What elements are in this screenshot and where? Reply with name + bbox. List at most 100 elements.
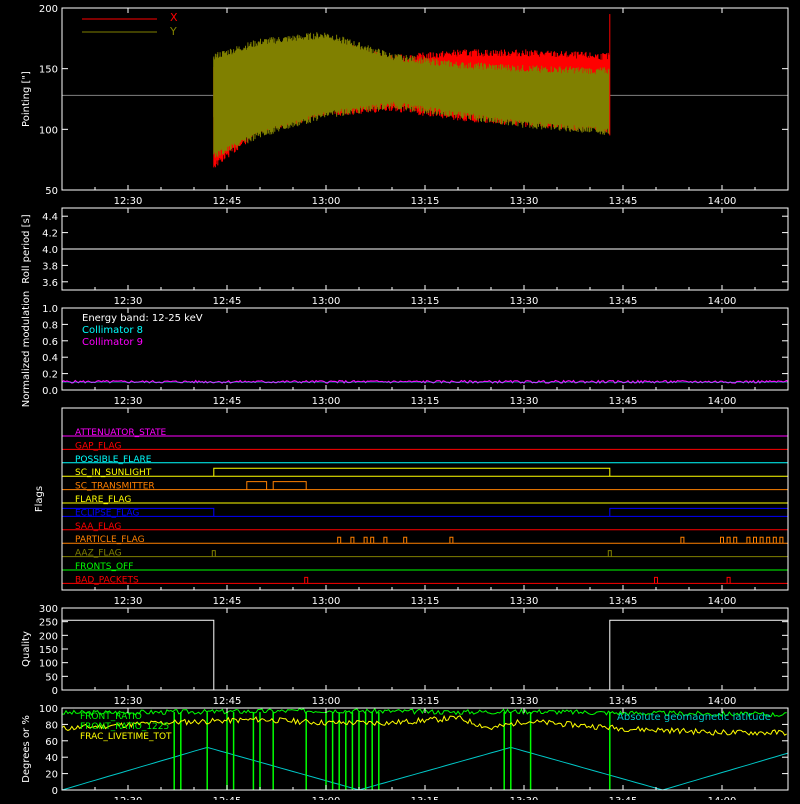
y-tick-label: 200 (39, 4, 58, 15)
legend-label-y: Y (169, 25, 177, 38)
x-tick-label: 14:00 (708, 296, 737, 307)
flag-segment-sc_transmitter (272, 481, 307, 490)
flag-spike-bad_packets (304, 576, 309, 584)
flag-spike-particle_flag (726, 536, 731, 544)
flag-spike-particle_flag (383, 536, 388, 544)
x-tick-label: 13:00 (312, 296, 341, 307)
flag-spike-aaz_flag (607, 550, 612, 557)
annotation-geomagnetic-latitude: Absolute geomagnetic latitude (617, 712, 771, 723)
y-tick-label: 20 (45, 770, 58, 781)
y-tick-label: 0.0 (42, 386, 58, 397)
y-tick-label: 0 (52, 786, 58, 797)
flag-spike-bad_packets (654, 576, 658, 584)
x-tick-label: 13:00 (312, 396, 341, 407)
y-tick-label: 100 (39, 125, 58, 136)
y-tick-label: 300 (39, 604, 58, 615)
y-tick-label: 250 (39, 618, 58, 629)
x-tick-label: 13:45 (609, 196, 638, 207)
y-tick-label: 0.6 (42, 337, 58, 348)
flag-spike-particle_flag (350, 536, 355, 544)
flag-spike-particle_flag (337, 536, 342, 544)
x-tick-label: 13:30 (510, 196, 539, 207)
x-tick-label: 13:45 (609, 596, 638, 607)
pointing-series-Y (213, 32, 610, 158)
y-tick-label: 200 (39, 631, 58, 642)
x-tick-label: 12:45 (213, 696, 242, 707)
x-tick-label: 13:15 (411, 296, 440, 307)
flag-spike-particle_flag (720, 536, 724, 544)
x-tick-label: 13:00 (312, 696, 341, 707)
y-tick-label: 1.0 (42, 304, 58, 315)
legend-collimator8: Collimator 8 (82, 325, 143, 336)
x-tick-label: 13:00 (312, 196, 341, 207)
flag-spike-particle_flag (746, 536, 751, 544)
y-tick-label: 50 (45, 186, 58, 197)
y-tick-label: 50 (45, 672, 58, 683)
x-tick-label: 13:30 (510, 796, 539, 800)
collimator9-line (61, 379, 789, 384)
flag-spike-particle_flag (772, 536, 777, 544)
legend-label-x: X (170, 11, 178, 24)
x-tick-label: 13:45 (609, 296, 638, 307)
y-axis-label-3: Flags (34, 486, 45, 512)
x-tick-label: 12:45 (213, 196, 242, 207)
x-tick-label: 13:45 (609, 796, 638, 800)
x-tick-label: 13:45 (609, 396, 638, 407)
legend-front-ratio: FRONT_RATIO (80, 712, 142, 722)
x-tick-label: 13:45 (609, 696, 638, 707)
x-tick-label: 12:30 (114, 196, 143, 207)
y-axis-label-0: Pointing ["] (21, 71, 32, 127)
x-tick-label: 12:30 (114, 696, 143, 707)
x-tick-label: 12:30 (114, 596, 143, 607)
flag-spike-particle_flag (363, 536, 368, 544)
qlook-figure: X Y 50 100 150 200 Pointing ["] 12:30 12:45 13:00… (0, 0, 800, 804)
x-tick-label: 13:15 (411, 796, 440, 800)
y-tick-label: 0.2 (42, 370, 58, 381)
y-tick-label: 3.6 (42, 278, 58, 289)
y-tick-label: 0 (52, 686, 58, 697)
x-tick-label: 13:00 (312, 796, 341, 800)
qlook-svg: XY50100150200Pointing ["]12:30 12:45 13:00… (21, 4, 789, 804)
flag-spike-particle_flag (370, 536, 375, 544)
y-tick-label: 4.4 (42, 212, 58, 223)
x-tick-label: 12:30 (114, 796, 143, 800)
x-tick-label: 13:15 (411, 696, 440, 707)
x-tick-label: 12:45 (213, 596, 242, 607)
x-tick-label: 13:15 (411, 396, 440, 407)
geomagnetic-latitude-line (61, 746, 789, 791)
flag-spike-particle_flag (449, 536, 454, 544)
flag-spike-particle_flag (759, 536, 764, 544)
x-tick-label: 12:30 (114, 296, 143, 307)
y-axis-label-2: Normalized modulation (21, 291, 32, 408)
x-tick-label: 12:45 (213, 296, 242, 307)
flag-segment-sc_transmitter (246, 481, 268, 490)
panel-frame-3 (61, 407, 789, 591)
x-tick-label: 12:45 (213, 396, 242, 407)
y-tick-label: 3.8 (42, 261, 58, 272)
x-tick-label: 13:30 (510, 596, 539, 607)
y-axis-label-5: Degrees or % (21, 715, 32, 783)
y-tick-label: 60 (45, 737, 58, 748)
y-tick-label: 4.0 (42, 245, 58, 256)
y-tick-label: 4.2 (42, 229, 58, 240)
x-tick-label: 13:30 (510, 696, 539, 707)
x-tick-label: 13:15 (411, 596, 440, 607)
flag-spike-particle_flag (766, 536, 771, 544)
x-tick-label: 14:00 (708, 796, 737, 800)
flag-spike-particle_flag (403, 536, 408, 544)
x-tick-label: 14:00 (708, 196, 737, 207)
y-axis-label-4: Quality (21, 631, 32, 667)
y-tick-label: 0.8 (42, 320, 58, 331)
flag-segment-sc_in_sunlight (213, 467, 611, 477)
y-tick-label: 150 (39, 645, 58, 656)
flag-spike-particle_flag (733, 536, 738, 544)
flag-segment-eclipse_flag (609, 507, 789, 517)
legend-frac-livetime: FRAC_LIVETIME_TOT (80, 732, 172, 742)
x-tick-label: 14:00 (708, 396, 737, 407)
x-tick-label: 12:45 (213, 796, 242, 800)
x-tick-label: 12:30 (114, 396, 143, 407)
y-tick-label: 0.4 (42, 353, 58, 364)
x-tick-label: 13:30 (510, 296, 539, 307)
flag-spike-particle_flag (779, 536, 784, 544)
flag-spike-aaz_flag (211, 550, 216, 557)
